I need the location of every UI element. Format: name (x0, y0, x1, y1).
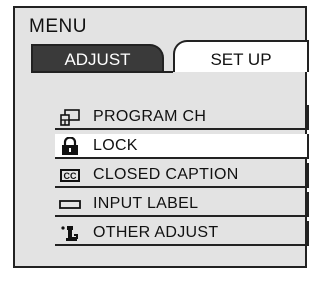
tab-adjust[interactable]: ADJUST (31, 44, 164, 71)
svg-text:CC: CC (64, 171, 77, 181)
menu-item-label: LOCK (93, 137, 138, 154)
program-channel-icon (59, 108, 81, 126)
menu-item-label: INPUT LABEL (93, 195, 199, 212)
menu-item-other-adjust[interactable]: OTHER ADJUST (55, 221, 309, 246)
menu-item-lock[interactable]: LOCK (55, 134, 309, 159)
menu-item-label: PROGRAM CH (93, 108, 207, 125)
menu-panel: MENU ADJUST SET UP PROGRAM CH LOCK CC CL… (13, 6, 309, 268)
lock-icon (59, 136, 81, 155)
other-adjust-icon (59, 224, 81, 242)
menu-item-label: OTHER ADJUST (93, 224, 219, 241)
menu-title: MENU (29, 16, 87, 37)
menu-item-closed-caption[interactable]: CC CLOSED CAPTION (55, 163, 309, 188)
menu-item-label: CLOSED CAPTION (93, 166, 239, 183)
input-label-icon (59, 195, 81, 213)
menu-item-input-label[interactable]: INPUT LABEL (55, 192, 309, 217)
closed-caption-icon: CC (59, 166, 81, 184)
tab-set-up[interactable]: SET UP (173, 40, 309, 72)
tab-divider (31, 71, 173, 73)
menu-item-program-ch[interactable]: PROGRAM CH (55, 105, 309, 130)
